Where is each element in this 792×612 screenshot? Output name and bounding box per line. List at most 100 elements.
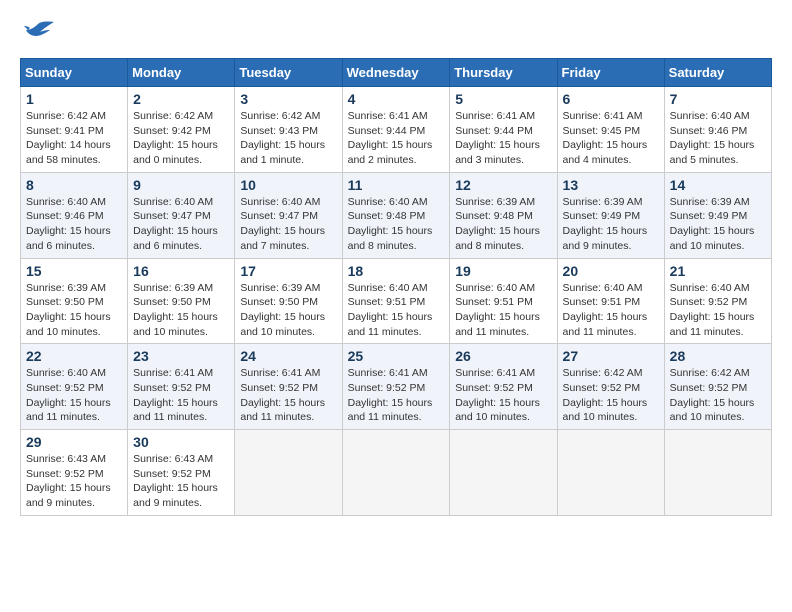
day-number: 2 [133,91,229,107]
calendar-cell: 27 Sunrise: 6:42 AM Sunset: 9:52 PM Dayl… [557,344,664,430]
day-number: 4 [348,91,445,107]
calendar-cell: 16 Sunrise: 6:39 AM Sunset: 9:50 PM Dayl… [128,258,235,344]
day-info: Sunrise: 6:39 AM Sunset: 9:49 PM Dayligh… [563,195,659,254]
day-info: Sunrise: 6:42 AM Sunset: 9:52 PM Dayligh… [670,366,766,425]
day-info: Sunrise: 6:42 AM Sunset: 9:43 PM Dayligh… [240,109,336,168]
day-number: 21 [670,263,766,279]
calendar-week-2: 8 Sunrise: 6:40 AM Sunset: 9:46 PM Dayli… [21,172,772,258]
day-info: Sunrise: 6:43 AM Sunset: 9:52 PM Dayligh… [26,452,122,511]
day-number: 14 [670,177,766,193]
calendar-cell: 24 Sunrise: 6:41 AM Sunset: 9:52 PM Dayl… [235,344,342,430]
day-number: 20 [563,263,659,279]
day-info: Sunrise: 6:39 AM Sunset: 9:50 PM Dayligh… [240,281,336,340]
calendar-header-row: SundayMondayTuesdayWednesdayThursdayFrid… [21,59,772,87]
day-header-wednesday: Wednesday [342,59,450,87]
calendar-cell: 7 Sunrise: 6:40 AM Sunset: 9:46 PM Dayli… [664,87,771,173]
day-info: Sunrise: 6:41 AM Sunset: 9:44 PM Dayligh… [455,109,551,168]
day-number: 9 [133,177,229,193]
calendar-cell: 10 Sunrise: 6:40 AM Sunset: 9:47 PM Dayl… [235,172,342,258]
calendar-cell: 8 Sunrise: 6:40 AM Sunset: 9:46 PM Dayli… [21,172,128,258]
day-number: 26 [455,348,551,364]
day-number: 28 [670,348,766,364]
calendar-cell: 25 Sunrise: 6:41 AM Sunset: 9:52 PM Dayl… [342,344,450,430]
day-number: 12 [455,177,551,193]
day-number: 15 [26,263,122,279]
calendar-cell: 14 Sunrise: 6:39 AM Sunset: 9:49 PM Dayl… [664,172,771,258]
calendar-cell: 29 Sunrise: 6:43 AM Sunset: 9:52 PM Dayl… [21,430,128,516]
calendar-table: SundayMondayTuesdayWednesdayThursdayFrid… [20,58,772,516]
day-info: Sunrise: 6:39 AM Sunset: 9:50 PM Dayligh… [133,281,229,340]
day-number: 5 [455,91,551,107]
day-info: Sunrise: 6:40 AM Sunset: 9:52 PM Dayligh… [26,366,122,425]
day-info: Sunrise: 6:39 AM Sunset: 9:49 PM Dayligh… [670,195,766,254]
calendar-cell: 23 Sunrise: 6:41 AM Sunset: 9:52 PM Dayl… [128,344,235,430]
day-number: 16 [133,263,229,279]
calendar-cell: 18 Sunrise: 6:40 AM Sunset: 9:51 PM Dayl… [342,258,450,344]
day-number: 1 [26,91,122,107]
calendar-week-1: 1 Sunrise: 6:42 AM Sunset: 9:41 PM Dayli… [21,87,772,173]
day-header-monday: Monday [128,59,235,87]
calendar-cell: 3 Sunrise: 6:42 AM Sunset: 9:43 PM Dayli… [235,87,342,173]
day-number: 23 [133,348,229,364]
calendar-cell: 26 Sunrise: 6:41 AM Sunset: 9:52 PM Dayl… [450,344,557,430]
calendar-week-3: 15 Sunrise: 6:39 AM Sunset: 9:50 PM Dayl… [21,258,772,344]
day-info: Sunrise: 6:43 AM Sunset: 9:52 PM Dayligh… [133,452,229,511]
calendar-cell [342,430,450,516]
calendar-cell: 15 Sunrise: 6:39 AM Sunset: 9:50 PM Dayl… [21,258,128,344]
calendar-cell: 11 Sunrise: 6:40 AM Sunset: 9:48 PM Dayl… [342,172,450,258]
day-number: 6 [563,91,659,107]
calendar-cell [450,430,557,516]
calendar-cell: 1 Sunrise: 6:42 AM Sunset: 9:41 PM Dayli… [21,87,128,173]
page-header [20,20,772,48]
calendar-cell: 12 Sunrise: 6:39 AM Sunset: 9:48 PM Dayl… [450,172,557,258]
calendar-cell [557,430,664,516]
day-info: Sunrise: 6:41 AM Sunset: 9:45 PM Dayligh… [563,109,659,168]
calendar-cell: 4 Sunrise: 6:41 AM Sunset: 9:44 PM Dayli… [342,87,450,173]
day-header-tuesday: Tuesday [235,59,342,87]
day-info: Sunrise: 6:40 AM Sunset: 9:51 PM Dayligh… [563,281,659,340]
day-number: 30 [133,434,229,450]
day-header-thursday: Thursday [450,59,557,87]
day-info: Sunrise: 6:40 AM Sunset: 9:46 PM Dayligh… [26,195,122,254]
day-info: Sunrise: 6:41 AM Sunset: 9:52 PM Dayligh… [348,366,445,425]
day-info: Sunrise: 6:42 AM Sunset: 9:52 PM Dayligh… [563,366,659,425]
day-info: Sunrise: 6:42 AM Sunset: 9:42 PM Dayligh… [133,109,229,168]
logo-icon [20,20,56,48]
calendar-cell [664,430,771,516]
day-number: 27 [563,348,659,364]
calendar-cell: 2 Sunrise: 6:42 AM Sunset: 9:42 PM Dayli… [128,87,235,173]
calendar-cell: 19 Sunrise: 6:40 AM Sunset: 9:51 PM Dayl… [450,258,557,344]
day-number: 24 [240,348,336,364]
day-info: Sunrise: 6:42 AM Sunset: 9:41 PM Dayligh… [26,109,122,168]
day-info: Sunrise: 6:39 AM Sunset: 9:50 PM Dayligh… [26,281,122,340]
calendar-week-4: 22 Sunrise: 6:40 AM Sunset: 9:52 PM Dayl… [21,344,772,430]
day-number: 22 [26,348,122,364]
day-info: Sunrise: 6:40 AM Sunset: 9:52 PM Dayligh… [670,281,766,340]
calendar-cell: 30 Sunrise: 6:43 AM Sunset: 9:52 PM Dayl… [128,430,235,516]
calendar-cell: 21 Sunrise: 6:40 AM Sunset: 9:52 PM Dayl… [664,258,771,344]
calendar-body: 1 Sunrise: 6:42 AM Sunset: 9:41 PM Dayli… [21,87,772,516]
day-number: 29 [26,434,122,450]
day-number: 11 [348,177,445,193]
day-info: Sunrise: 6:41 AM Sunset: 9:44 PM Dayligh… [348,109,445,168]
calendar-cell: 20 Sunrise: 6:40 AM Sunset: 9:51 PM Dayl… [557,258,664,344]
day-number: 18 [348,263,445,279]
day-info: Sunrise: 6:40 AM Sunset: 9:46 PM Dayligh… [670,109,766,168]
day-number: 10 [240,177,336,193]
calendar-cell [235,430,342,516]
calendar-week-5: 29 Sunrise: 6:43 AM Sunset: 9:52 PM Dayl… [21,430,772,516]
calendar-cell: 5 Sunrise: 6:41 AM Sunset: 9:44 PM Dayli… [450,87,557,173]
day-number: 17 [240,263,336,279]
calendar-cell: 6 Sunrise: 6:41 AM Sunset: 9:45 PM Dayli… [557,87,664,173]
day-info: Sunrise: 6:40 AM Sunset: 9:51 PM Dayligh… [455,281,551,340]
day-info: Sunrise: 6:41 AM Sunset: 9:52 PM Dayligh… [240,366,336,425]
calendar-cell: 28 Sunrise: 6:42 AM Sunset: 9:52 PM Dayl… [664,344,771,430]
day-number: 13 [563,177,659,193]
calendar-cell: 17 Sunrise: 6:39 AM Sunset: 9:50 PM Dayl… [235,258,342,344]
logo [20,20,60,48]
day-number: 19 [455,263,551,279]
day-number: 7 [670,91,766,107]
day-number: 25 [348,348,445,364]
calendar-cell: 22 Sunrise: 6:40 AM Sunset: 9:52 PM Dayl… [21,344,128,430]
calendar-cell: 9 Sunrise: 6:40 AM Sunset: 9:47 PM Dayli… [128,172,235,258]
